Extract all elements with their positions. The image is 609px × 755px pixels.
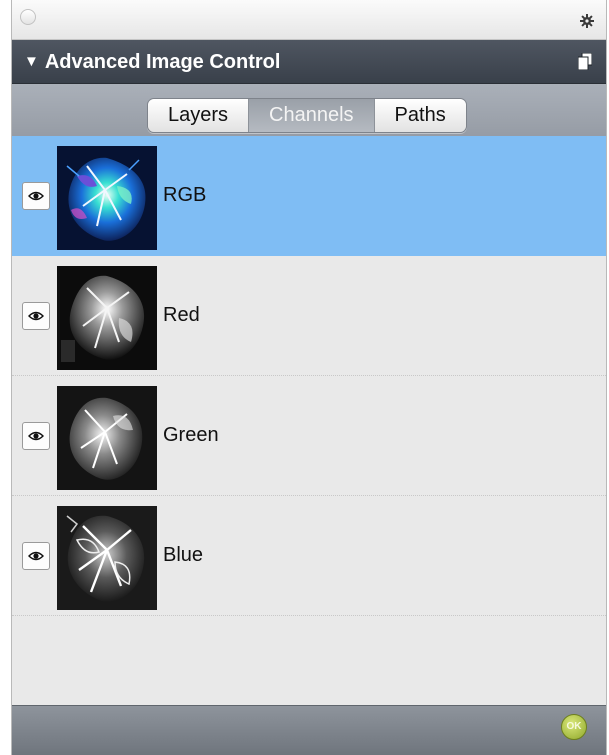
channel-label: Blue bbox=[163, 544, 204, 566]
channel-thumbnail-rgb bbox=[57, 146, 157, 250]
visibility-toggle-red[interactable] bbox=[22, 302, 50, 330]
tab-layers[interactable]: Layers bbox=[148, 99, 250, 132]
disclosure-triangle-icon[interactable]: ▼ bbox=[24, 53, 39, 70]
visibility-toggle-blue[interactable] bbox=[22, 542, 50, 570]
eye-icon bbox=[28, 551, 44, 561]
tab-channels[interactable]: Channels bbox=[249, 99, 375, 132]
panel-menu-icon[interactable] bbox=[578, 53, 592, 70]
advanced-image-control-panel: ▼ Advanced Image Control Layers Channels … bbox=[11, 0, 607, 755]
channel-row-blue[interactable]: Blue bbox=[12, 496, 606, 616]
gear-icon[interactable] bbox=[580, 14, 594, 28]
channel-thumbnail-green bbox=[57, 386, 157, 490]
tab-paths[interactable]: Paths bbox=[374, 99, 466, 132]
channel-tabs: Layers Channels Paths bbox=[147, 98, 467, 133]
channel-row-red[interactable]: Red bbox=[12, 256, 606, 376]
tab-strip: Layers Channels Paths bbox=[12, 84, 606, 136]
panel-header[interactable]: ▼ Advanced Image Control bbox=[12, 40, 606, 84]
channel-row-rgb[interactable]: RGB bbox=[12, 136, 606, 256]
ok-icon[interactable]: OK bbox=[561, 714, 587, 740]
visibility-toggle-green[interactable] bbox=[22, 422, 50, 450]
channel-list: RGB Red Green Blue bbox=[12, 136, 606, 616]
eye-icon bbox=[28, 431, 44, 441]
channel-label: Red bbox=[163, 304, 200, 326]
close-circle-icon[interactable] bbox=[20, 9, 36, 25]
channel-label: Green bbox=[163, 424, 219, 446]
channel-row-green[interactable]: Green bbox=[12, 376, 606, 496]
visibility-toggle-rgb[interactable] bbox=[22, 182, 50, 210]
window-titlebar bbox=[12, 0, 606, 40]
channel-thumbnail-blue bbox=[57, 506, 157, 610]
panel-title[interactable]: ▼ Advanced Image Control bbox=[24, 51, 280, 74]
channel-label: RGB bbox=[163, 184, 207, 206]
eye-icon bbox=[28, 311, 44, 321]
channel-thumbnail-red bbox=[57, 266, 157, 370]
eye-icon bbox=[28, 191, 44, 201]
panel-title-text: Advanced Image Control bbox=[44, 51, 281, 73]
panel-footer: OK bbox=[12, 705, 606, 755]
